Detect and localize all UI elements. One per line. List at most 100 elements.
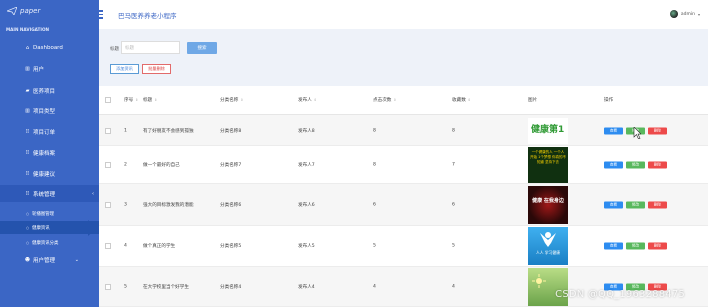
- row-actions: 查看 修改 删除: [604, 242, 667, 250]
- sidebar-item-label: 项目类型: [33, 108, 56, 115]
- search-button[interactable]: 搜索: [187, 42, 217, 54]
- row-checkbox[interactable]: [105, 162, 111, 168]
- sidebar-item-health-records[interactable]: ⠿ 健康档案: [0, 145, 99, 160]
- delete-button[interactable]: 删除: [648, 242, 667, 250]
- chevron-left-icon: ‹: [92, 190, 94, 197]
- cell-index: 3: [124, 202, 127, 208]
- column-header-actions: 操作: [604, 98, 614, 103]
- row-checkbox[interactable]: [105, 243, 111, 249]
- row-actions: 查看 修改 删除: [604, 201, 667, 209]
- sidebar-item-orders[interactable]: ⠿ 项目订单: [0, 124, 99, 139]
- delete-button[interactable]: 删除: [648, 161, 667, 169]
- thumbnail-text: 健康 在我身边: [532, 198, 564, 204]
- column-header-favorites[interactable]: 收藏数 ⇕: [452, 97, 471, 103]
- column-header-category[interactable]: 分类名称 ⇕: [220, 97, 243, 103]
- sidebar-item-label: 健康档案: [33, 150, 56, 157]
- sort-icon: ⇕: [135, 98, 139, 102]
- title-search-input[interactable]: 标题: [121, 41, 180, 54]
- sort-icon: ⇕: [154, 98, 158, 102]
- sidebar-item-project-types[interactable]: ▥ 项目类型: [0, 103, 99, 118]
- table-row: 4 做个真正的学生 分类名称5 发布人5 5 5 人人 学习健康 查看 修改 删…: [99, 226, 708, 267]
- view-button[interactable]: 查看: [604, 242, 623, 250]
- sidebar-item-dashboard[interactable]: ⌂ Dashboard: [0, 40, 99, 55]
- logo-text: paper: [20, 6, 41, 15]
- chevron-down-icon: ⌄: [74, 256, 79, 263]
- cell-title: 强大的目标激发我的潜能: [143, 203, 194, 208]
- sidebar-subitem-carousel[interactable]: ○ 轮播图管理: [0, 207, 99, 220]
- circle-icon: ○: [26, 225, 30, 230]
- sidebar-item-projects[interactable]: ▰ 医养项目: [0, 83, 99, 98]
- home-icon: ⌂: [25, 44, 30, 51]
- sidebar: paper MAIN NAVIGATION ⌂ Dashboard ▥ 用户 ▰…: [0, 0, 99, 307]
- sort-icon: ⇕: [393, 98, 397, 102]
- cell-category: 分类名称6: [220, 203, 242, 208]
- column-header-publisher[interactable]: 发布人 ⇕: [298, 97, 317, 103]
- cell-clicks: 6: [373, 202, 376, 208]
- user-name: admin: [680, 11, 695, 17]
- paper-plane-icon: [7, 6, 17, 15]
- cell-clicks: 8: [373, 162, 376, 168]
- grid-icon: ⠿: [25, 170, 30, 177]
- delete-button[interactable]: 删除: [648, 127, 667, 135]
- cell-favorites: 5: [452, 243, 455, 249]
- sidebar-item-health-advice[interactable]: ⠿ 健康建议: [0, 166, 99, 181]
- edit-button[interactable]: 修改: [626, 201, 645, 209]
- person-figure-icon: [540, 232, 556, 247]
- view-button[interactable]: 查看: [604, 161, 623, 169]
- sidebar-subitem-label: 健康资讯分类: [32, 240, 59, 246]
- sidebar-subitem-health-news[interactable]: ○ 健康资讯: [0, 221, 99, 234]
- delete-button[interactable]: 删除: [648, 201, 667, 209]
- circle-icon: ○: [26, 240, 30, 245]
- sidebar-item-users[interactable]: ▥ 用户: [0, 61, 99, 76]
- cell-favorites: 7: [452, 162, 455, 168]
- batch-delete-button[interactable]: 批量删除: [142, 64, 171, 74]
- cell-title: 在大学校里当个好学生: [143, 285, 189, 290]
- row-checkbox[interactable]: [105, 284, 111, 290]
- menu-toggle-icon[interactable]: [91, 10, 103, 19]
- sidebar-subitem-news-category[interactable]: ○ 健康资讯分类: [0, 236, 99, 249]
- edit-button[interactable]: 修改: [626, 242, 645, 250]
- cell-publisher: 发布人8: [298, 129, 315, 134]
- column-header-image: 图片: [528, 98, 538, 103]
- grid-icon: ⠿: [25, 190, 30, 197]
- edit-button[interactable]: 修改: [626, 161, 645, 169]
- view-button[interactable]: 查看: [604, 127, 623, 135]
- circle-icon: ○: [26, 211, 30, 216]
- bar-chart-icon: ▥: [25, 107, 30, 114]
- select-all-checkbox[interactable]: [105, 97, 111, 103]
- column-header-title[interactable]: 标题 ⇕: [143, 97, 157, 103]
- sidebar-item-label: 健康建议: [33, 171, 56, 178]
- cell-publisher: 发布人6: [298, 203, 315, 208]
- thumbnail-text: 一个健康的人 一个人开始 1个梦想 你真的不知道 坚持下去: [530, 150, 566, 164]
- sort-icon: ⇕: [313, 98, 317, 102]
- title-filter-label: 标题: [110, 47, 119, 52]
- sort-icon: ⇕: [467, 98, 471, 102]
- comment-icon: ▰: [25, 87, 30, 94]
- user-menu[interactable]: admin ▾: [669, 10, 700, 18]
- logo[interactable]: paper: [0, 0, 99, 21]
- table-row: 2 做一个最好的自己 分类名称7 发布人7 8 7 一个健康的人 一个人开始 1…: [99, 146, 708, 184]
- table-row: 1 有了好朋友不会感到孤独 分类名称8 发布人8 8 8 健康第1 查看 修改 …: [99, 115, 708, 146]
- add-news-button[interactable]: 添加资讯: [110, 64, 139, 74]
- cell-favorites: 4: [452, 284, 455, 290]
- view-button[interactable]: 查看: [604, 201, 623, 209]
- sidebar-item-label: Dashboard: [33, 44, 63, 51]
- cell-index: 2: [124, 162, 127, 168]
- app-title: 巴马医养养老小程序: [118, 11, 177, 20]
- cell-favorites: 8: [452, 128, 455, 134]
- user-icon: ☻: [24, 256, 31, 263]
- column-header-index[interactable]: 序号 ⇕: [124, 97, 138, 103]
- row-checkbox[interactable]: [105, 128, 111, 134]
- sidebar-item-user-management[interactable]: ☻ 用户管理 ⌄: [0, 252, 99, 267]
- column-header-clicks[interactable]: 点击次数 ⇕: [373, 97, 396, 103]
- cell-category: 分类名称5: [220, 244, 242, 249]
- cell-category: 分类名称4: [220, 285, 242, 290]
- news-thumbnail: 一个健康的人 一个人开始 1个梦想 你真的不知道 坚持下去: [528, 147, 568, 183]
- row-checkbox[interactable]: [105, 202, 111, 208]
- cell-title: 做个真正的学生: [143, 244, 176, 249]
- cell-index: 1: [124, 128, 127, 134]
- table-row: 3 强大的目标激发我的潜能 分类名称6 发布人6 6 6 健康 在我身边 查看 …: [99, 184, 708, 226]
- news-thumbnail: 人人 学习健康: [528, 227, 568, 265]
- sidebar-item-system[interactable]: ⠿ 系统管理 ‹: [0, 185, 99, 202]
- cell-title: 做一个最好的自己: [143, 163, 180, 168]
